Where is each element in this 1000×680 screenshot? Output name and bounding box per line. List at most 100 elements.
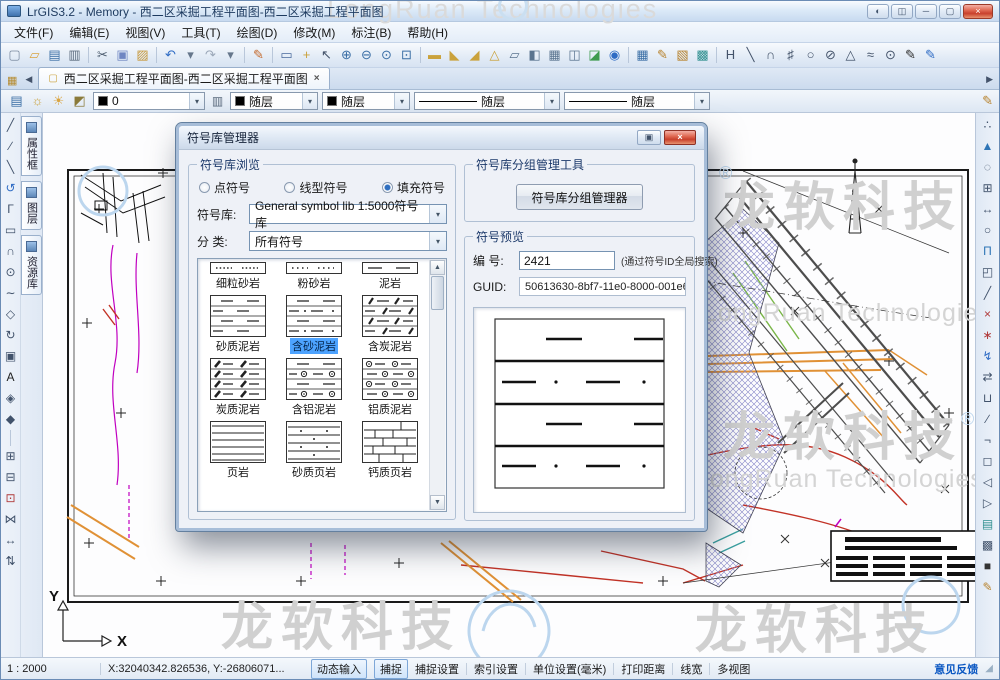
rotate-tool-icon[interactable]: ↻ (2, 325, 20, 346)
node-edit-icon[interactable]: ⊡ (2, 488, 20, 509)
chevron-down-icon[interactable]: ▾ (544, 93, 559, 109)
tab-scroll-left-icon[interactable]: ◀ (23, 74, 34, 89)
chevron-down-icon[interactable]: ▾ (429, 232, 446, 250)
draw-ellipse-icon[interactable]: ⊘ (821, 46, 840, 65)
index-settings-button[interactable]: 索引设置 (474, 661, 518, 677)
annotate-edit-icon[interactable]: ✎ (653, 46, 672, 65)
draw-segment-icon[interactable]: ╲ (2, 157, 20, 178)
table-icon[interactable]: ▦ (633, 46, 652, 65)
copy-icon[interactable]: ▣ (113, 46, 132, 65)
swap-direction-icon[interactable]: ⇄ (979, 367, 997, 388)
ortho-line-icon[interactable]: Γ (2, 199, 20, 220)
slope-line-icon[interactable]: ╱ (979, 283, 997, 304)
fill-solid-icon[interactable]: ■ (979, 556, 997, 577)
cut-icon[interactable]: ✂ (93, 46, 112, 65)
symbol-item[interactable]: 铝质泥岩 (354, 358, 426, 417)
print-icon[interactable]: ▥ (65, 46, 84, 65)
category-combo[interactable]: 所有符号 ▾ (249, 231, 447, 251)
tab-scroll-right-icon[interactable]: ▶ (984, 74, 995, 89)
menu-tools[interactable]: 工具(T) (174, 22, 227, 43)
lineweight-toggle[interactable]: 线宽 (680, 661, 702, 677)
lightning-tool-icon[interactable]: ↯ (979, 346, 997, 367)
snap-toggle[interactable]: 捕捉 (374, 659, 408, 679)
color-combo-2[interactable]: 随层 ▾ (322, 92, 410, 110)
measure-slope-icon[interactable]: ◣ (445, 46, 464, 65)
section-tool-icon[interactable]: △ (485, 46, 504, 65)
chevron-down-icon[interactable]: ▾ (189, 93, 204, 109)
symbol-list-scrollbar[interactable]: ▲ ▼ (429, 260, 445, 510)
symbol-item[interactable]: 钙质页岩 (354, 421, 426, 480)
save-file-icon[interactable]: ▤ (45, 46, 64, 65)
gate-tool-icon[interactable]: Π (979, 241, 997, 262)
symbol-list[interactable]: 细粒砂岩 粉砂岩 泥岩 (197, 258, 447, 512)
fill-dense-icon[interactable]: ▩ (979, 535, 997, 556)
clip-region-icon[interactable]: ▧ (673, 46, 692, 65)
close-button[interactable]: × (963, 4, 993, 19)
mirror-object-icon[interactable]: ◧ (525, 46, 544, 65)
lineweight-combo[interactable]: 随层 ▾ (564, 92, 710, 110)
node-add-icon[interactable]: ⊞ (2, 446, 20, 467)
dock-tab-properties[interactable]: 属性框 (21, 116, 42, 176)
layer-visible-icon[interactable]: ☼ (28, 92, 47, 111)
tab-group-icon[interactable]: ▦ (5, 74, 19, 89)
draw-arc-icon[interactable]: ∩ (2, 241, 20, 262)
edit-pencil-icon[interactable]: ✎ (982, 93, 993, 109)
select-icon[interactable]: ↖ (317, 46, 336, 65)
radio-line-symbol[interactable]: 线型符号 (284, 179, 347, 196)
layer-combo[interactable]: 0 ▾ (93, 92, 205, 110)
scroll-down-icon[interactable]: ▼ (430, 495, 445, 510)
move-tool-icon[interactable]: ↔ (979, 199, 997, 220)
convert-icon[interactable]: ▩ (693, 46, 712, 65)
draw-circle-icon[interactable]: ○ (801, 46, 820, 65)
draw-clock-arc-icon[interactable]: ⊙ (2, 262, 20, 283)
paste-icon[interactable]: ▨ (133, 46, 152, 65)
layer-manager-icon[interactable]: ▤ (7, 92, 26, 111)
delete-cross-icon[interactable]: × (979, 304, 997, 325)
tri-left-icon[interactable]: ◁ (979, 472, 997, 493)
feedback-link[interactable]: 意见反馈 (934, 661, 978, 677)
linetype-combo[interactable]: 随层 ▾ (414, 92, 560, 110)
undo-icon[interactable]: ↶ (161, 46, 180, 65)
menu-file[interactable]: 文件(F) (7, 22, 60, 43)
color-combo-1[interactable]: 随层 ▾ (230, 92, 318, 110)
rows-tool-icon[interactable]: ▤ (979, 514, 997, 535)
triangulate-icon[interactable]: ▲ (979, 136, 997, 157)
undo-node-icon[interactable]: ↺ (2, 178, 20, 199)
radio-fill-symbol[interactable]: 填充符号 (382, 179, 445, 196)
grid-tool-icon[interactable]: ⊞ (979, 178, 997, 199)
radio-point-symbol[interactable]: 点符号 (199, 179, 250, 196)
draw-hline-icon[interactable]: H (721, 46, 740, 65)
array-object-icon[interactable]: ▦ (545, 46, 564, 65)
burst-tool-icon[interactable]: ∗ (979, 325, 997, 346)
dialog-titlebar[interactable]: 符号库管理器 ▣ × (179, 126, 704, 150)
window-switch-button[interactable]: ◫ (891, 4, 913, 19)
copy-object-icon[interactable]: ▱ (505, 46, 524, 65)
group-manager-button[interactable]: 符号库分组管理器 (516, 184, 642, 210)
draw-triangle-icon[interactable]: △ (841, 46, 860, 65)
menu-edit[interactable]: 编辑(E) (62, 22, 116, 43)
draw-polyline-icon[interactable]: ╲ (741, 46, 760, 65)
slash-tool-icon[interactable]: ∕ (979, 409, 997, 430)
minimize-button[interactable]: ─ (915, 4, 937, 19)
rect-hollow-icon[interactable]: ◻ (979, 451, 997, 472)
symbol-item[interactable]: 炭质泥岩 (202, 358, 274, 417)
unit-settings-button[interactable]: 单位设置(毫米) (533, 661, 606, 677)
dialog-close-button[interactable]: × (664, 130, 696, 145)
text-tool-icon[interactable]: A (2, 367, 20, 388)
draw-rail-icon[interactable]: ♯ (781, 46, 800, 65)
zoom-window-icon[interactable]: ▭ (277, 46, 296, 65)
print-style-icon[interactable]: ▥ (209, 94, 226, 108)
dynamic-input-toggle[interactable]: 动态输入 (311, 659, 367, 679)
symbol-item[interactable]: 砂质泥岩 (202, 295, 274, 354)
node-remove-icon[interactable]: ⊟ (2, 467, 20, 488)
symbol-id-input[interactable] (519, 251, 615, 270)
tab-close-icon[interactable]: × (314, 73, 320, 84)
undo-options-icon[interactable]: ▾ (181, 46, 200, 65)
symbol-item[interactable]: 含铝泥岩 (278, 358, 350, 417)
new-file-icon[interactable]: ▢ (5, 46, 24, 65)
draw-pen-icon[interactable]: ✎ (901, 46, 920, 65)
draw-point-icon[interactable]: ⊙ (881, 46, 900, 65)
profile-tool-icon[interactable]: ◢ (465, 46, 484, 65)
multiview-toggle[interactable]: 多视图 (717, 661, 750, 677)
node-swap-icon[interactable]: ⇅ (2, 551, 20, 572)
